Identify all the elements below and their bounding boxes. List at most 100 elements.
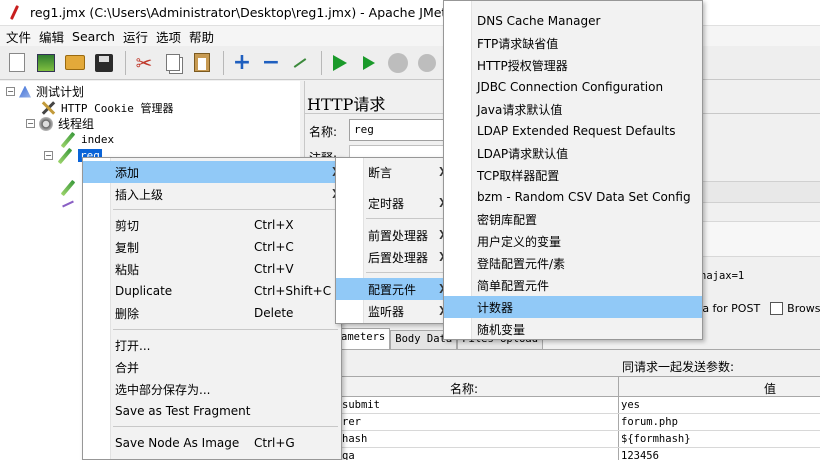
menu-file[interactable]: 文件 [2,27,35,46]
param-name[interactable]: hash [342,433,367,445]
config-item-ldap-defaults[interactable]: LDAP请求默认值 [444,142,702,164]
start-button[interactable] [327,50,353,76]
menu-separator [113,209,338,210]
param-name[interactable]: rer [342,416,361,428]
shortcut-label: Ctrl+G [254,436,295,450]
config-item-ftp-defaults[interactable]: FTP请求缺省值 [444,32,702,54]
jmeter-feather-icon [8,5,22,21]
shutdown-button[interactable] [414,50,440,76]
start-no-timers-button[interactable] [356,50,382,76]
menu-item-save-selection[interactable]: 选中部分保存为... [83,378,341,400]
menu-item-merge[interactable]: 合并 [83,356,341,378]
shortcut-label: Ctrl+C [254,240,294,254]
submenu-item-assertions[interactable]: 断言 ❯ [336,161,449,183]
config-item-login-config[interactable]: 登陆配置元件/素 [444,252,702,274]
expand-button[interactable]: + [229,50,255,76]
menu-edit[interactable]: 编辑 [35,27,68,46]
config-item-ldap-extended-defaults[interactable]: LDAP Extended Request Defaults [444,120,702,142]
param-value[interactable]: forum.php [621,416,678,428]
stop-button[interactable] [385,50,411,76]
table-row[interactable]: rer forum.php [340,415,820,431]
copy-button[interactable] [160,50,186,76]
collapse-toggle-icon[interactable]: − [44,151,53,160]
tree-node-cookie-manager[interactable]: HTTP Cookie 管理器 [40,99,173,116]
config-item-random-variable[interactable]: 随机变量 [444,318,702,340]
config-item-jdbc-connection[interactable]: JDBC Connection Configuration [444,76,702,98]
menu-separator [113,329,338,330]
config-tool-icon [40,101,56,115]
tree-node-sampler[interactable] [60,179,81,196]
collapse-toggle-icon[interactable]: − [6,87,15,96]
collapse-toggle-icon[interactable]: − [26,119,35,128]
menu-item-label: 删除 [115,306,140,321]
browser-headers-checkbox[interactable] [770,302,784,315]
collapse-icon: − [261,49,281,75]
submenu-item-listeners[interactable]: 监听器 ❯ [336,300,449,322]
menu-run[interactable]: 运行 [119,27,152,46]
config-item-http-auth-manager[interactable]: HTTP授权管理器 [444,54,702,76]
tree-node-test-plan[interactable]: − 测试计划 [6,83,84,100]
submenu-item-config-elements[interactable]: 配置元件 ❯ [336,278,449,300]
menu-search[interactable]: Search [68,29,119,44]
browser-headers-label: Browse [787,302,820,315]
cut-button[interactable]: ✂ [131,50,157,76]
tree-node-thread-group[interactable]: − 线程组 [26,115,94,132]
submenu-item-postprocessors[interactable]: 后置处理器 ❯ [336,246,449,268]
menu-item-delete[interactable]: 删除 Delete [83,302,341,324]
save-icon [95,53,113,72]
save-button[interactable] [91,50,117,76]
config-item-user-defined-vars[interactable]: 用户定义的变量 [444,230,702,252]
config-item-java-defaults[interactable]: Java请求默认值 [444,98,702,120]
param-value[interactable]: ${formhash} [621,433,691,445]
shutdown-icon [418,53,436,72]
menu-item-add[interactable]: 添加 ❯ [83,161,341,183]
config-item-simple-config[interactable]: 简单配置元件 [444,274,702,296]
param-name[interactable]: qa [342,450,355,460]
paste-button[interactable] [189,50,215,76]
menu-item-duplicate[interactable]: Duplicate Ctrl+Shift+C [83,280,341,302]
templates-button[interactable] [33,50,59,76]
param-value[interactable]: 123456 [621,450,659,460]
shortcut-label: Delete [254,306,294,320]
menu-item-open[interactable]: 打开... [83,334,341,356]
menu-item-label: Java请求默认值 [477,102,563,117]
submenu-item-timers[interactable]: 定时器 ❯ [336,192,449,214]
tree-node-index[interactable]: index [60,131,114,148]
table-row[interactable]: qa 123456 [340,449,820,460]
param-name[interactable]: submit [342,399,380,411]
menu-item-paste[interactable]: 粘贴 Ctrl+V [83,258,341,280]
stop-icon [388,52,408,73]
menu-item-insert-parent[interactable]: 插入上级 ❯ [83,183,341,205]
menu-item-save-test-fragment[interactable]: Save as Test Fragment [83,400,341,422]
menu-help[interactable]: 帮助 [185,27,218,46]
submenu-item-preprocessors[interactable]: 前置处理器 ❯ [336,224,449,246]
config-item-counter[interactable]: 计数器 [444,296,702,318]
toggle-button[interactable] [287,50,313,76]
config-item-random-csv[interactable]: bzm - Random CSV Data Set Config [444,186,702,208]
thread-group-icon [39,116,53,131]
panel-title: HTTP请求 [307,95,386,114]
path-value[interactable]: najax=1 [700,270,744,282]
shortcut-label: Ctrl+V [254,262,294,276]
menu-separator [366,218,446,219]
param-value[interactable]: yes [621,399,640,411]
table-row[interactable]: submit yes [340,398,820,414]
tab-parameters[interactable]: ameters [336,328,391,349]
name-label: 名称: [309,125,338,139]
tree-node-listener[interactable] [60,195,79,212]
paste-icon [194,53,210,72]
menu-item-save-node-image[interactable]: Save Node As Image Ctrl+G [83,432,341,454]
new-button[interactable] [4,50,30,76]
open-button[interactable] [62,50,88,76]
collapse-button[interactable]: − [258,50,284,76]
table-row[interactable]: hash ${formhash} [340,432,820,448]
config-item-keystore[interactable]: 密钥库配置 [444,208,702,230]
menu-item-cut[interactable]: 剪切 Ctrl+X [83,214,341,236]
multipart-post-label[interactable]: ta for POST [698,302,760,315]
toolbar-separator [321,50,322,75]
menu-item-label: 监听器 [368,304,405,319]
config-item-dns-cache-manager[interactable]: DNS Cache Manager [444,10,702,32]
menu-item-copy[interactable]: 复制 Ctrl+C [83,236,341,258]
menu-options[interactable]: 选项 [152,27,185,46]
config-item-tcp-sampler-config[interactable]: TCP取样器配置 [444,164,702,186]
